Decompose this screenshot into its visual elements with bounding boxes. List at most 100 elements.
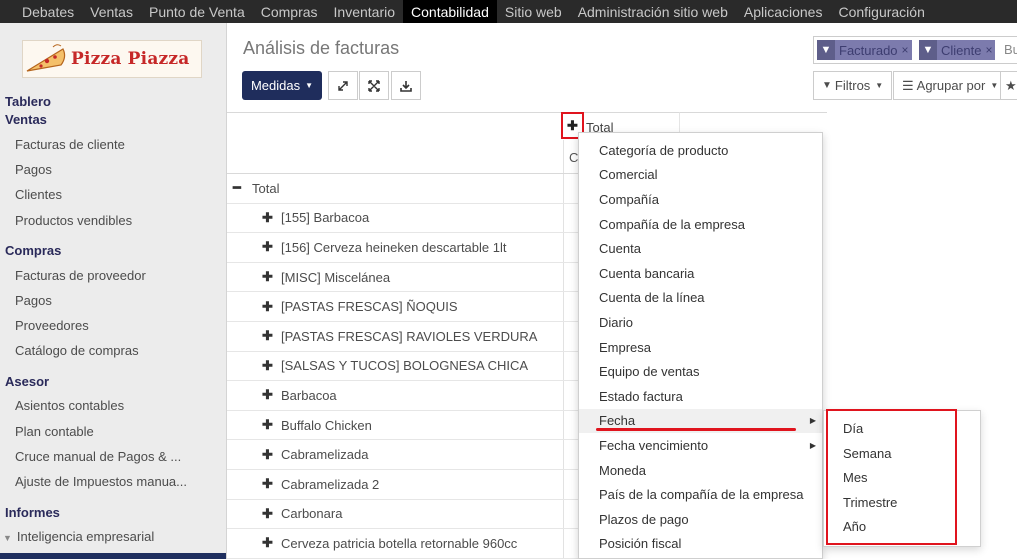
filtros-label: Filtros [834,78,871,93]
groupby-item[interactable]: Plazos de pago [579,507,822,532]
nav-sitio-web[interactable]: Sitio web [497,0,570,23]
facet-remove-icon[interactable]: × [985,43,995,57]
list-icon: ☰ [902,77,914,93]
caret-down-icon: ▼ [875,81,884,90]
caret-down-icon: ▼ [990,81,999,90]
search-input[interactable]: Bu [1004,42,1017,57]
plus-icon: ✚ [262,417,273,433]
facet-remove-icon[interactable]: × [902,43,912,57]
sidebar-item-clientes[interactable]: Clientes [15,187,215,202]
nav-punto-de-venta[interactable]: Punto de Venta [141,0,253,23]
facet-cliente[interactable]: ▼ Cliente × [919,40,996,60]
plus-icon: ✚ [262,535,273,551]
groupby-item[interactable]: Cuenta bancaria [579,261,822,286]
sidebar-item-productos-vendibles[interactable]: Productos vendibles [15,213,215,228]
row-label: [SALSAS Y TUCOS] BOLOGNESA CHICA [281,358,529,374]
groupby-item[interactable]: Comercial [579,163,822,188]
facet-label: Facturado [839,42,898,58]
logo-text: Pizza Piazza [71,49,190,69]
sidebar: Pizza Piazza Tablero Ventas Facturas de … [0,23,227,559]
nav-compras[interactable]: Compras [253,0,326,23]
pivot-row[interactable]: ✚ [MISC] Miscelánea [227,263,579,293]
facet-facturado[interactable]: ▼ Facturado × [817,40,912,60]
pivot-row[interactable]: ✚ [155] Barbacoa [227,204,579,234]
sidebar-item-pagos-ventas[interactable]: Pagos [15,162,215,177]
plus-icon: ✚ [262,269,273,285]
pivot-row[interactable]: ✚ [PASTAS FRESCAS] RAVIOLES VERDURA [227,322,579,352]
row-label: Carbonara [281,506,343,522]
row-label: Barbacoa [281,387,337,403]
nav-ventas[interactable]: Ventas [82,0,141,23]
row-label: [PASTAS FRESCAS] ÑOQUIS [281,299,458,315]
plus-icon: ✚ [262,357,273,373]
company-logo[interactable]: Pizza Piazza [22,40,202,78]
sidebar-item-facturas-cliente[interactable]: Facturas de cliente [15,137,215,152]
groupby-item[interactable]: Compañía [579,187,822,212]
sidebar-item-inteligencia-empresarial[interactable]: ▼ Inteligencia empresarial [3,529,154,544]
groupby-item[interactable]: Estado factura [579,384,822,409]
groupby-item[interactable]: Categoría de producto [579,138,822,163]
groupby-item[interactable]: Moneda [579,458,822,483]
flip-axis-button[interactable] [328,71,358,100]
sidebar-active-item[interactable] [0,553,226,559]
pivot-row[interactable]: ✚ Cabramelizada [227,440,579,470]
groupby-item[interactable]: Equipo de ventas [579,359,822,384]
nav-inventario[interactable]: Inventario [326,0,403,23]
pivot-row[interactable]: ✚ [156] Cerveza heineken descartable 1lt [227,233,579,263]
sidebar-item-cruce-manual[interactable]: Cruce manual de Pagos & ... [15,449,215,464]
groupby-item[interactable]: Diario [579,310,822,335]
row-label: [MISC] Miscelánea [281,269,391,285]
agrupar-por-button[interactable]: ☰ Agrupar por ▼ [893,71,1008,100]
nav-administracion-sitio-web[interactable]: Administración sitio web [570,0,736,23]
pivot-row[interactable]: ✚ Buffalo Chicken [227,411,579,441]
sidebar-item-pagos-compras[interactable]: Pagos [15,293,215,308]
nav-aplicaciones[interactable]: Aplicaciones [736,0,831,23]
nav-configuracion[interactable]: Configuración [830,0,932,23]
row-label: [156] Cerveza heineken descartable 1lt [281,239,507,255]
groupby-item-label: Fecha [599,413,636,429]
sidebar-item-proveedores[interactable]: Proveedores [15,318,215,333]
groupby-item[interactable]: Posición fiscal [579,532,822,557]
interval-mes[interactable]: Mes [843,470,868,485]
minus-icon: ━ [233,180,241,196]
expand-arrows-icon [338,80,348,91]
pivot-row[interactable]: ✚ Carbonara [227,500,579,530]
sidebar-item-catalogo-compras[interactable]: Catálogo de compras [15,343,215,358]
pivot-row[interactable]: ✚ Barbacoa [227,381,579,411]
groupby-item[interactable]: Cuenta [579,236,822,261]
expand-all-button[interactable] [359,71,389,100]
sidebar-item-facturas-proveedor[interactable]: Facturas de proveedor [15,268,215,283]
sidebar-item-ajuste-impuestos[interactable]: Ajuste de Impuestos manua... [15,474,215,489]
pivot-row[interactable]: ✚ [PASTAS FRESCAS] ÑOQUIS [227,292,579,322]
search-bar[interactable]: ▼ Facturado × ▼ Cliente × Bu [813,36,1017,64]
medidas-button[interactable]: Medidas ▼ [242,71,322,100]
interval-dia[interactable]: Día [843,421,863,436]
pivot-row-total[interactable]: ━ Total [227,174,579,204]
favorites-button[interactable]: ★ [1000,71,1017,100]
groupby-dropdown-menu: Categoría de producto Comercial Compañía… [578,132,823,559]
sidebar-tablero[interactable]: Tablero [5,94,51,109]
sidebar-item-asientos-contables[interactable]: Asientos contables [15,398,215,413]
groupby-item[interactable]: Cuenta de la línea [579,286,822,311]
pivot-row[interactable]: ✚ Cerveza patricia botella retornable 960… [227,529,579,559]
groupby-item-label: Fecha vencimiento [599,437,709,453]
groupby-item[interactable]: Compañía de la empresa [579,212,822,237]
pivot-row[interactable]: ✚ Cabramelizada 2 [227,470,579,500]
plus-icon: ✚ [262,505,273,521]
groupby-item[interactable]: País de la compañía de la empresa [579,482,822,507]
groupby-item-fecha-vencimiento[interactable]: Fecha vencimiento ▶ [579,433,822,458]
plus-icon: ✚ [262,328,273,344]
groupby-item[interactable]: Empresa [579,335,822,360]
filtros-button[interactable]: ▼ Filtros ▼ [813,71,893,100]
interval-ano[interactable]: Año [843,519,866,534]
plus-icon: ✚ [567,117,578,133]
download-button[interactable] [391,71,421,100]
interval-trimestre[interactable]: Trimestre [843,495,897,510]
nav-contabilidad[interactable]: Contabilidad [403,0,497,23]
pivot-measure-header[interactable]: C [569,150,578,165]
sidebar-item-plan-contable[interactable]: Plan contable [15,424,215,439]
star-icon: ★ [1005,77,1017,93]
interval-semana[interactable]: Semana [843,446,891,461]
pivot-row[interactable]: ✚ [SALSAS Y TUCOS] BOLOGNESA CHICA [227,352,579,382]
nav-debates[interactable]: Debates [0,0,82,23]
